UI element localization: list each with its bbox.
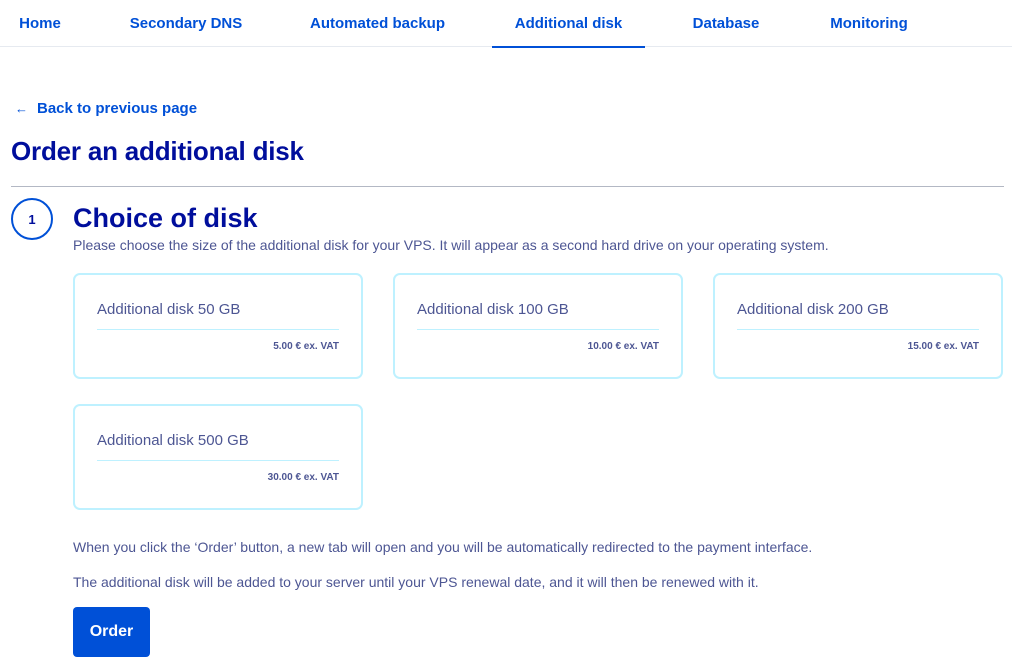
- disk-option-price: 30.00 € ex. VAT: [267, 472, 339, 483]
- arrow-left-icon: ←: [15, 101, 28, 116]
- card-divider: [97, 329, 339, 330]
- tab-secondary-dns[interactable]: Secondary DNS: [113, 0, 259, 47]
- card-divider: [97, 460, 339, 461]
- disk-option-card[interactable]: Additional disk 50 GB 5.00 € ex. VAT: [73, 273, 363, 379]
- card-divider: [737, 329, 979, 330]
- disk-option-card[interactable]: Additional disk 100 GB 10.00 € ex. VAT: [393, 273, 683, 379]
- disk-option-name: Additional disk 50 GB: [97, 301, 241, 318]
- order-info-text: When you click the ‘Order’ button, a new…: [73, 539, 813, 555]
- disk-option-price: 15.00 € ex. VAT: [907, 341, 979, 352]
- order-button[interactable]: Order: [73, 607, 150, 657]
- tab-database[interactable]: Database: [677, 0, 775, 47]
- disk-option-card[interactable]: Additional disk 200 GB 15.00 € ex. VAT: [713, 273, 1003, 379]
- tab-home[interactable]: Home: [6, 0, 74, 47]
- page-title: Order an additional disk: [11, 136, 304, 166]
- back-link[interactable]: ← Back to previous page: [15, 100, 197, 117]
- tab-additional-disk[interactable]: Additional disk: [492, 0, 645, 48]
- disk-option-name: Additional disk 100 GB: [417, 301, 569, 318]
- disk-option-name: Additional disk 200 GB: [737, 301, 889, 318]
- disk-option-name: Additional disk 500 GB: [97, 432, 249, 449]
- step-description: Please choose the size of the additional…: [73, 237, 829, 253]
- step-title: Choice of disk: [73, 203, 258, 233]
- step-number-badge: 1: [11, 198, 53, 240]
- disk-option-card[interactable]: Additional disk 500 GB 30.00 € ex. VAT: [73, 404, 363, 510]
- renewal-info-text: The additional disk will be added to you…: [73, 574, 759, 590]
- tab-monitoring[interactable]: Monitoring: [813, 0, 925, 47]
- title-divider: [11, 186, 1004, 187]
- disk-option-price: 10.00 € ex. VAT: [587, 341, 659, 352]
- card-divider: [417, 329, 659, 330]
- disk-option-price: 5.00 € ex. VAT: [273, 341, 339, 352]
- tab-automated-backup[interactable]: Automated backup: [293, 0, 462, 47]
- tab-bar: Home Secondary DNS Automated backup Addi…: [0, 0, 1012, 48]
- back-link-label: Back to previous page: [37, 100, 198, 117]
